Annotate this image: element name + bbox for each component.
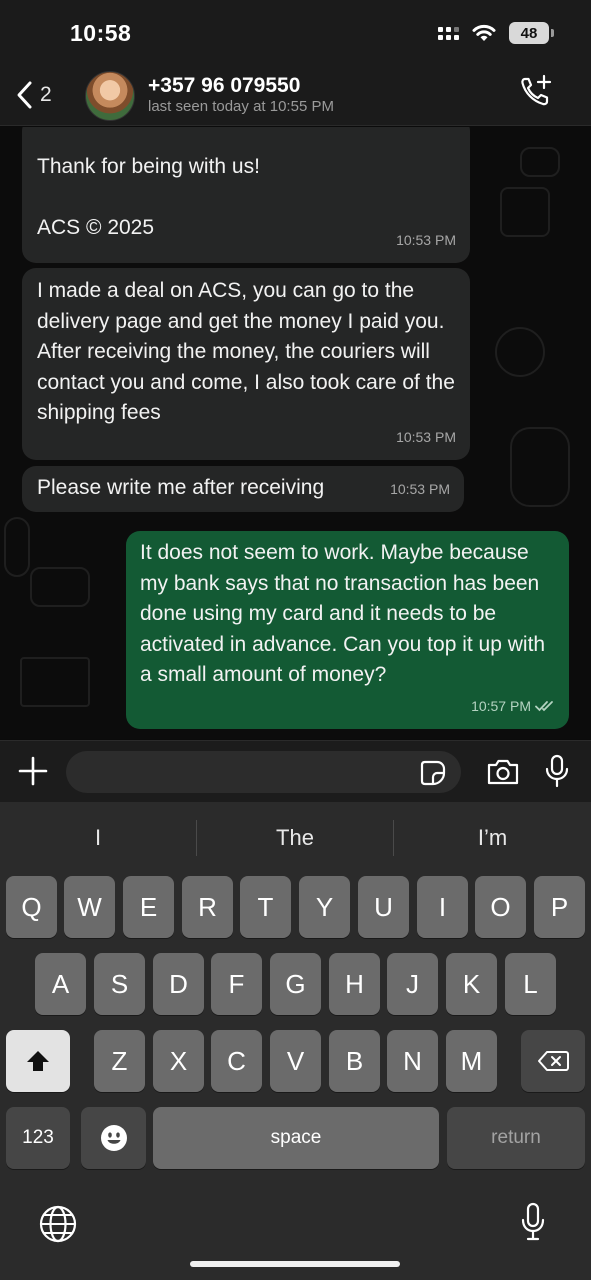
- plus-icon[interactable]: [17, 755, 49, 787]
- microphone-icon[interactable]: [544, 754, 570, 788]
- message-bubble-outgoing[interactable]: It does not seem to work. Maybe because …: [126, 531, 569, 729]
- message-text: I made a deal on ACS, you can go to the …: [37, 279, 455, 424]
- emoji-key[interactable]: [81, 1107, 146, 1169]
- background-doodle: [495, 327, 545, 377]
- key-y[interactable]: Y: [299, 876, 350, 938]
- sticker-icon[interactable]: [420, 760, 446, 786]
- contact-avatar[interactable]: [85, 71, 135, 121]
- key-l[interactable]: L: [505, 953, 556, 1015]
- message-time: 10:57 PM: [471, 697, 531, 714]
- cellular-signal-icon: [438, 26, 459, 40]
- add-call-icon[interactable]: [519, 74, 553, 108]
- wifi-icon: [472, 24, 496, 41]
- key-p[interactable]: P: [534, 876, 585, 938]
- home-indicator[interactable]: [190, 1261, 400, 1267]
- key-g[interactable]: G: [270, 953, 321, 1015]
- key-a[interactable]: A: [35, 953, 86, 1015]
- message-bubble-incoming[interactable]: Thank for being with us! ACS © 2025 10:5…: [22, 127, 470, 263]
- key-s[interactable]: S: [94, 953, 145, 1015]
- camera-icon[interactable]: [486, 758, 520, 786]
- key-r[interactable]: R: [182, 876, 233, 938]
- message-time: 10:53 PM: [396, 428, 456, 445]
- message-footer: ACS © 2025: [37, 216, 155, 239]
- key-o[interactable]: O: [475, 876, 526, 938]
- status-icons: 48: [438, 22, 554, 44]
- return-key[interactable]: return: [447, 1107, 585, 1169]
- keyboard: I The I’m Q W E R T Y U I O P A S D F G …: [0, 802, 591, 1280]
- background-doodle: [510, 427, 570, 507]
- key-z[interactable]: Z: [94, 1030, 145, 1092]
- unread-count: 2: [40, 83, 52, 106]
- key-n[interactable]: N: [387, 1030, 438, 1092]
- globe-icon[interactable]: [38, 1204, 78, 1244]
- key-k[interactable]: K: [446, 953, 497, 1015]
- suggestion-2[interactable]: The: [197, 820, 393, 856]
- dictation-mic-icon[interactable]: [520, 1202, 546, 1242]
- key-q[interactable]: Q: [6, 876, 57, 938]
- top-bar: 10:58 48 2 +357 96 079550 last seen toda…: [0, 0, 591, 126]
- message-bubble-incoming[interactable]: Please write me after receiving 10:53 PM: [22, 466, 464, 512]
- key-i[interactable]: I: [417, 876, 468, 938]
- key-b[interactable]: B: [329, 1030, 380, 1092]
- space-key[interactable]: space: [153, 1107, 439, 1169]
- key-w[interactable]: W: [64, 876, 115, 938]
- double-check-icon: [535, 700, 553, 712]
- background-doodle: [4, 517, 30, 577]
- battery-indicator: 48: [509, 22, 554, 44]
- key-h[interactable]: H: [329, 953, 380, 1015]
- backspace-key[interactable]: [521, 1030, 585, 1092]
- chevron-left-icon: [17, 81, 32, 109]
- message-input-bar: [0, 740, 591, 802]
- message-text: Please write me after receiving: [37, 476, 325, 499]
- shift-icon: [27, 1051, 49, 1071]
- key-m[interactable]: M: [446, 1030, 497, 1092]
- message-time-row: 10:57 PM: [471, 691, 555, 722]
- key-e[interactable]: E: [123, 876, 174, 938]
- contact-name[interactable]: +357 96 079550: [148, 74, 300, 98]
- message-bubble-incoming[interactable]: I made a deal on ACS, you can go to the …: [22, 268, 470, 460]
- chat-area[interactable]: Thank for being with us! ACS © 2025 10:5…: [0, 127, 591, 739]
- suggestion-3[interactable]: I’m: [394, 820, 591, 856]
- message-text: It does not seem to work. Maybe because …: [140, 541, 546, 686]
- numbers-key[interactable]: 123: [6, 1107, 70, 1169]
- key-x[interactable]: X: [153, 1030, 204, 1092]
- backspace-icon: [538, 1051, 569, 1071]
- message-time: 10:53 PM: [390, 480, 450, 497]
- background-doodle: [30, 567, 90, 607]
- background-doodle: [500, 187, 550, 237]
- key-u[interactable]: U: [358, 876, 409, 938]
- key-f[interactable]: F: [211, 953, 262, 1015]
- message-text: Thank for being with us!: [37, 155, 260, 178]
- shift-key[interactable]: [6, 1030, 70, 1092]
- status-time: 10:58: [70, 20, 132, 46]
- key-j[interactable]: J: [387, 953, 438, 1015]
- battery-level: 48: [520, 24, 538, 42]
- background-doodle: [20, 657, 90, 707]
- emoji-icon: [100, 1125, 127, 1151]
- back-button[interactable]: 2: [16, 80, 52, 110]
- key-c[interactable]: C: [211, 1030, 262, 1092]
- key-d[interactable]: D: [153, 953, 204, 1015]
- message-input[interactable]: [66, 751, 461, 793]
- contact-last-seen: last seen today at 10:55 PM: [148, 98, 334, 115]
- key-v[interactable]: V: [270, 1030, 321, 1092]
- background-doodle: [520, 147, 560, 177]
- message-time: 10:53 PM: [396, 231, 456, 248]
- key-t[interactable]: T: [240, 876, 291, 938]
- suggestion-1[interactable]: I: [0, 820, 196, 856]
